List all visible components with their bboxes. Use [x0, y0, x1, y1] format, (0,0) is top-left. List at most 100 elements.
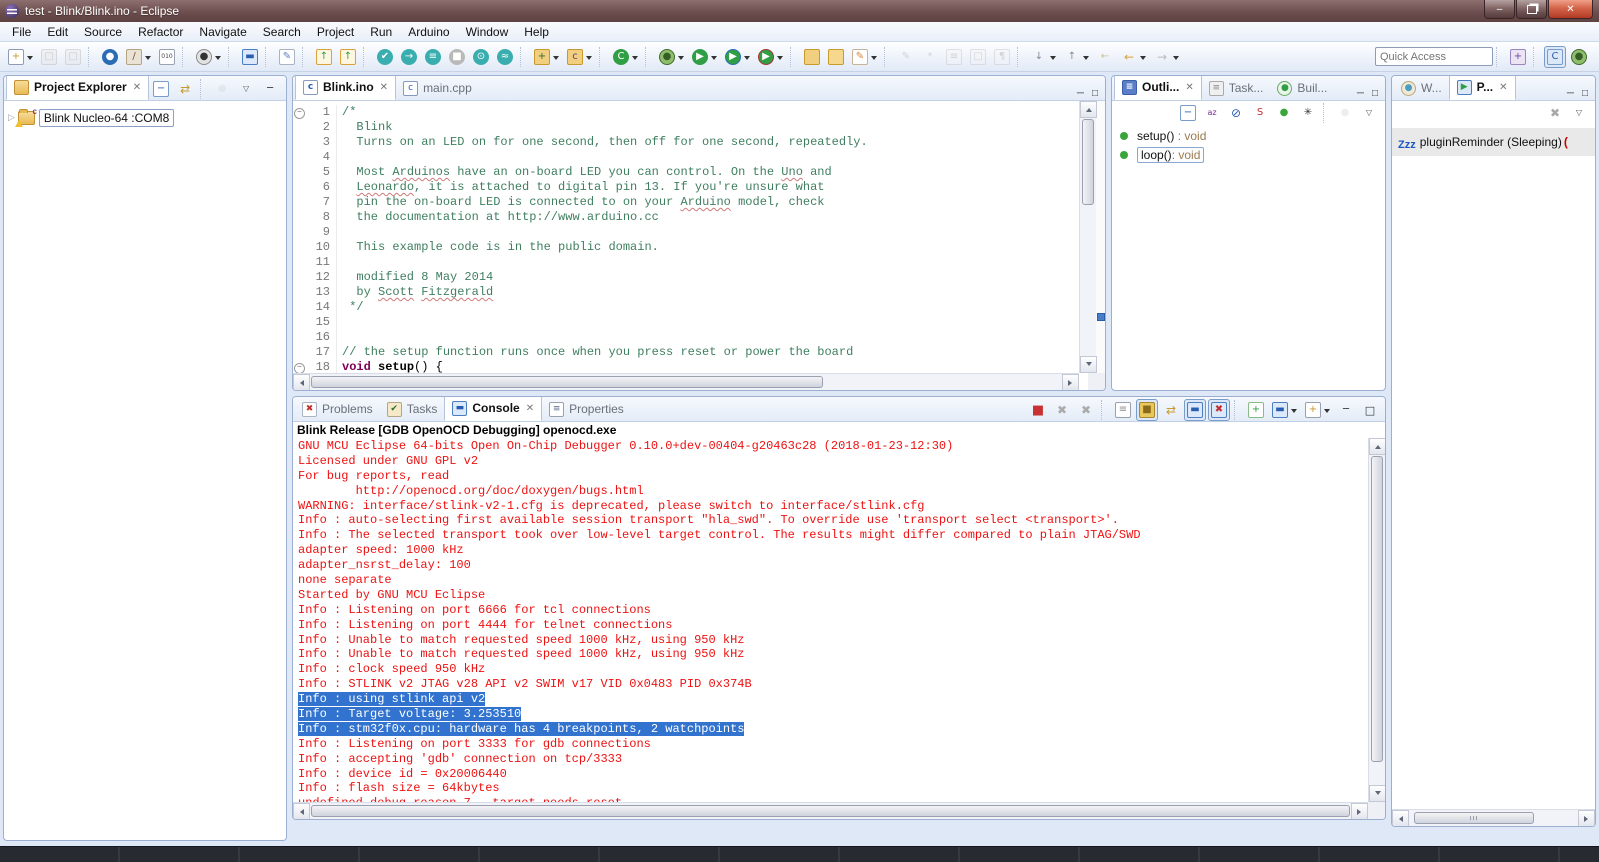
menu-arduino[interactable]: Arduino — [400, 23, 457, 41]
scroll-left-button[interactable] — [293, 374, 310, 391]
scrollbar-thumb[interactable] — [1414, 812, 1534, 824]
scroll-right-button[interactable] — [1578, 810, 1595, 827]
dropdown-arrow-icon[interactable] — [27, 56, 33, 63]
menu-file[interactable]: File — [4, 23, 39, 41]
show-stdout-button[interactable]: ▬ — [1184, 399, 1206, 421]
dropdown-arrow-icon[interactable] — [1173, 56, 1179, 63]
hide-nonpublic-button[interactable]: ● — [1273, 102, 1295, 124]
code-editor[interactable]: −1/*2 Blink3 Turns on an LED on for one … — [293, 101, 1079, 373]
code-line-11[interactable]: 11 — [293, 255, 1079, 270]
view-menu-button[interactable]: ▽ — [235, 78, 257, 100]
debug-perspective-button[interactable]: ● — [1568, 46, 1590, 68]
restore-window-button[interactable] — [1516, 0, 1547, 19]
scroll-lock-button[interactable]: ■ — [1136, 399, 1158, 421]
console-horizontal-scrollbar[interactable] — [293, 802, 1368, 819]
forward-button[interactable]: → — [1151, 46, 1182, 68]
dropdown-arrow-icon[interactable] — [678, 56, 684, 63]
collapse-all-button[interactable]: − — [150, 78, 172, 100]
open-perspective-button[interactable]: + — [1507, 46, 1529, 68]
run-history-button[interactable]: ▶ — [722, 46, 753, 68]
dropdown-arrow-icon[interactable] — [777, 56, 783, 63]
project-tree-item[interactable]: ▷ c Blink Nucleo-64 :COM8 — [8, 109, 174, 127]
code-line-5[interactable]: 5 Most Arduinos have an on-board LED you… — [293, 165, 1079, 180]
dropdown-arrow-icon[interactable] — [632, 56, 638, 63]
console-line-16[interactable]: Info : clock speed 950 kHz — [298, 662, 1368, 677]
new-sketch-button[interactable]: ≡ — [422, 46, 444, 68]
console-line-10[interactable]: none separate — [298, 573, 1368, 588]
console-line-21[interactable]: Info : Listening on port 3333 for gdb co… — [298, 737, 1368, 752]
view-menu-button[interactable]: ▽ — [1358, 102, 1380, 124]
scroll-down-button[interactable] — [1080, 356, 1097, 373]
code-line-1[interactable]: −1/* — [293, 105, 1079, 120]
code-line-18[interactable]: −18void setup() { — [293, 360, 1079, 373]
profile-button[interactable]: ● — [193, 46, 224, 68]
dropdown-arrow-icon[interactable] — [711, 56, 717, 63]
dropdown-arrow-icon[interactable] — [744, 56, 750, 63]
minimize-button[interactable]: ─ — [1353, 87, 1368, 100]
tab-properties[interactable]: ≡Properties — [542, 397, 631, 421]
code-line-16[interactable]: 16 — [293, 330, 1079, 345]
upload-circle-button[interactable]: → — [398, 46, 420, 68]
menu-navigate[interactable]: Navigate — [191, 23, 254, 41]
maximize-button[interactable]: □ — [283, 78, 287, 100]
code-line-10[interactable]: 10 This example code is in the public do… — [293, 240, 1079, 255]
scrollbar-thumb[interactable] — [1371, 456, 1383, 762]
maximize-button[interactable]: □ — [1578, 87, 1592, 100]
console-line-7[interactable]: Info : The selected transport took over … — [298, 528, 1368, 543]
menu-project[interactable]: Project — [309, 23, 362, 41]
dropdown-arrow-icon[interactable] — [1050, 56, 1056, 63]
sort-button[interactable]: az — [1201, 102, 1223, 124]
code-line-2[interactable]: 2 Blink — [293, 120, 1079, 135]
code-line-12[interactable]: 12 modified 8 May 2014 — [293, 270, 1079, 285]
menu-source[interactable]: Source — [76, 23, 130, 41]
console-line-6[interactable]: Info : auto-selecting first available se… — [298, 513, 1368, 528]
link-with-editor-button[interactable]: ⇄ — [174, 78, 196, 100]
close-tab-icon[interactable]: ✕ — [380, 82, 388, 93]
reminder-horizontal-scrollbar[interactable] — [1392, 809, 1595, 826]
dropdown-arrow-icon[interactable] — [553, 56, 559, 63]
code-line-6[interactable]: 6 Leonardo, it is attached to digital pi… — [293, 180, 1079, 195]
console-line-9[interactable]: adapter_nsrst_delay: 100 — [298, 558, 1368, 573]
outline-item-setup[interactable]: setup() : void — [1112, 126, 1385, 145]
console-line-19[interactable]: Info : Target voltage: 3.253510 — [298, 707, 1368, 722]
close-tab-icon[interactable]: ✕ — [133, 82, 141, 93]
console-line-3[interactable]: For bug reports, read — [298, 469, 1368, 484]
hide-static-button[interactable]: S — [1249, 102, 1271, 124]
dropdown-arrow-icon[interactable] — [1324, 409, 1330, 416]
goto-annotation-button[interactable]: ↑ — [1061, 46, 1092, 68]
open-project-button[interactable] — [801, 46, 823, 68]
menu-run[interactable]: Run — [362, 23, 400, 41]
scrollbar-thumb[interactable] — [311, 376, 823, 388]
display-console-button[interactable]: ▬ — [1269, 399, 1300, 421]
dropdown-arrow-icon[interactable] — [215, 56, 221, 63]
scroll-left-button[interactable] — [1392, 810, 1409, 827]
menu-help[interactable]: Help — [516, 23, 557, 41]
maximize-button[interactable]: □ — [1368, 87, 1382, 100]
console-line-23[interactable]: Info : device id = 0x20006440 — [298, 767, 1368, 782]
scroll-up-button[interactable] — [1369, 438, 1386, 455]
tab-p[interactable]: ▶P...✕ — [1449, 75, 1516, 100]
serial-monitor-button[interactable]: ▬ — [239, 46, 261, 68]
tab-problems[interactable]: ✖Problems — [295, 397, 380, 421]
format-brush-button[interactable]: ✎ — [849, 46, 880, 68]
tab-outli[interactable]: ≡Outli...✕ — [1114, 75, 1202, 100]
code-line-7[interactable]: 7 pin the on-board LED is connected to o… — [293, 195, 1079, 210]
remove-launch-button[interactable]: ✖ — [1051, 399, 1073, 421]
new-cpp-project-button[interactable]: c — [564, 46, 595, 68]
dropdown-arrow-icon[interactable] — [145, 56, 151, 63]
outline-item-loop[interactable]: loop() : void — [1112, 145, 1385, 164]
menu-edit[interactable]: Edit — [39, 23, 76, 41]
minimize-button[interactable]: ─ — [1335, 399, 1357, 421]
open-file-button[interactable] — [825, 46, 847, 68]
menu-window[interactable]: Window — [458, 23, 517, 41]
save-sketch-button[interactable]: ■ — [446, 46, 468, 68]
expander-icon[interactable]: ▷ — [8, 113, 15, 123]
word-wrap-button[interactable]: ⇄ — [1160, 399, 1182, 421]
hide-fields-button[interactable]: ⊘ — [1225, 102, 1247, 124]
dropdown-arrow-icon[interactable] — [586, 56, 592, 63]
collapse-all-button[interactable]: − — [1177, 102, 1199, 124]
scroll-left-button[interactable] — [293, 803, 310, 820]
quick-access-input[interactable] — [1375, 47, 1493, 66]
open-console-button[interactable]: + — [1302, 399, 1333, 421]
code-line-3[interactable]: 3 Turns on an LED on for one second, the… — [293, 135, 1079, 150]
